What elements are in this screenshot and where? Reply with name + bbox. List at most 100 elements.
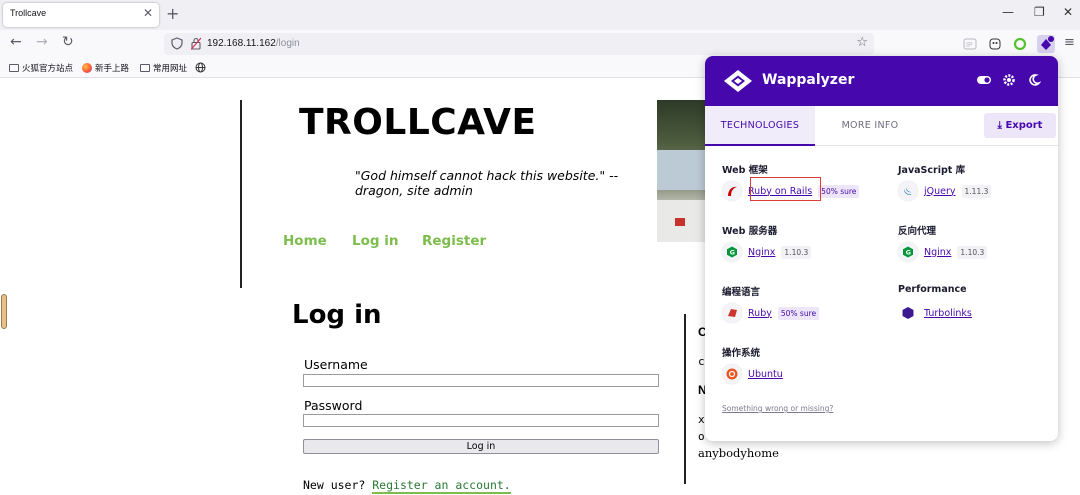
folder-icon (140, 64, 150, 72)
nav-register-link[interactable]: Register (422, 233, 486, 249)
green-circle-extension-icon[interactable] (1013, 37, 1027, 51)
minimize-button[interactable]: — (1002, 5, 1014, 19)
globe-icon[interactable] (195, 62, 206, 73)
dark-mode-icon[interactable] (1027, 73, 1041, 87)
tech-name[interactable]: Ruby (748, 308, 772, 319)
export-label: Export (1005, 120, 1043, 131)
new-user-text: New user? (303, 478, 366, 492)
tech-name[interactable]: Nginx (748, 247, 775, 258)
tech-item[interactable]: G Nginx 1.10.3 (722, 242, 812, 262)
confidence-badge: 50% sure (777, 306, 820, 320)
tech-name[interactable]: jQuery (924, 186, 956, 197)
forward-icon[interactable]: → (36, 34, 48, 50)
reload-icon[interactable]: ↻ (62, 34, 74, 50)
category-javascript-library: JavaScript 库 (898, 165, 966, 176)
export-button[interactable]: ⤓ Export (984, 113, 1056, 138)
bookmark-item[interactable]: 常用网址 (140, 62, 187, 74)
nav-login-link[interactable]: Log in (352, 233, 398, 249)
back-icon[interactable]: ← (10, 34, 22, 50)
close-window-button[interactable]: ✕ (1063, 5, 1073, 19)
url-bar[interactable]: 192.168.11.162/login ☆ (164, 33, 874, 55)
version-badge: 1.11.3 (961, 184, 992, 198)
tech-item[interactable]: Ruby 50% sure (722, 303, 820, 323)
menu-icon[interactable]: ≡ (1064, 35, 1075, 50)
svg-text:G: G (906, 249, 911, 257)
wappalyzer-logo-icon (724, 70, 752, 92)
url-text[interactable]: 192.168.11.162/login (207, 38, 300, 49)
version-badge: 1.10.3 (781, 245, 812, 259)
turbolinks-icon (898, 303, 918, 323)
jquery-icon (898, 181, 918, 201)
nginx-icon: G (898, 242, 918, 262)
site-title: TROLLCAVE (299, 102, 537, 143)
header-photo (657, 100, 707, 242)
header-divider (240, 100, 242, 288)
nav-home-link[interactable]: Home (283, 233, 327, 249)
tech-item[interactable]: jQuery 1.11.3 (898, 181, 992, 201)
scrollbar-thumb[interactable] (1, 294, 7, 329)
tab-close-icon[interactable]: ✕ (143, 6, 153, 20)
lock-insecure-icon[interactable] (191, 37, 201, 50)
bookmark-item[interactable]: 新手上路 (82, 62, 129, 74)
toggle-icon[interactable] (976, 73, 992, 87)
download-icon: ⤓ (997, 120, 1002, 131)
ghost-extension-icon[interactable] (988, 37, 1002, 51)
tech-name[interactable]: Turbolinks (924, 308, 972, 319)
tech-item[interactable]: G Nginx 1.10.3 (898, 242, 988, 262)
tech-item[interactable]: Ubuntu (722, 364, 783, 384)
login-button[interactable]: Log in (303, 439, 659, 454)
register-account-link[interactable]: Register an account. (372, 478, 511, 494)
ubuntu-icon (722, 364, 742, 384)
folder-icon (9, 64, 19, 72)
category-web-framework: Web 框架 (722, 165, 768, 176)
category-web-server: Web 服务器 (722, 226, 778, 237)
sidebar-text-partial: o (698, 430, 705, 443)
wappalyzer-header: Wappalyzer (705, 56, 1058, 106)
sidebar-divider (684, 314, 686, 484)
report-issue-link[interactable]: Something wrong or missing? (722, 404, 833, 413)
tab-more-info[interactable]: MORE INFO (815, 106, 925, 146)
category-operating-system: 操作系统 (722, 348, 761, 359)
bookmark-item[interactable]: 火狐官方站点 (9, 62, 73, 74)
shield-icon[interactable] (171, 37, 183, 50)
screen: Trollcave ✕ + — ❐ ✕ ← → ↻ 192.168.11.162… (0, 0, 1080, 495)
password-input[interactable] (303, 414, 659, 427)
nav-bar: ← → ↻ 192.168.11.162/login ☆ IP ≡ (0, 30, 1080, 58)
sidebar-text-partial: c (698, 355, 705, 368)
restore-button[interactable]: ❐ (1034, 5, 1045, 19)
tech-name[interactable]: Ubuntu (748, 369, 783, 380)
tab-title: Trollcave (10, 8, 47, 18)
settings-gear-icon[interactable] (1002, 73, 1016, 87)
login-heading: Log in (292, 300, 382, 330)
browser-tab[interactable]: Trollcave ✕ (3, 3, 159, 27)
wappalyzer-title: Wappalyzer (762, 72, 855, 88)
wappalyzer-popup: Wappalyzer TECHNOLOGIES MORE INFO ⤓ Expo… (705, 56, 1058, 441)
username-input[interactable] (303, 374, 659, 387)
username-label: Username (304, 357, 368, 372)
category-performance: Performance (898, 284, 967, 295)
category-reverse-proxy: 反向代理 (898, 226, 937, 237)
password-label: Password (304, 398, 363, 413)
firefox-icon (82, 63, 92, 73)
svg-text:G: G (730, 249, 735, 257)
rails-icon (722, 181, 742, 201)
wappalyzer-extension-icon[interactable] (1037, 35, 1055, 53)
tab-technologies[interactable]: TECHNOLOGIES (705, 106, 815, 146)
tech-name[interactable]: Nginx (924, 247, 951, 258)
svg-text:IP: IP (966, 42, 973, 49)
ip-extension-icon[interactable]: IP (963, 37, 977, 51)
site-quote: "God himself cannot hack this website." … (355, 168, 619, 198)
ruby-icon (722, 303, 742, 323)
new-tab-button[interactable]: + (166, 4, 179, 23)
bookmark-star-icon[interactable]: ☆ (856, 35, 868, 50)
sidebar-user[interactable]: anybodyhome (698, 446, 779, 460)
sidebar-text-partial: x (698, 413, 705, 426)
tech-item[interactable]: Turbolinks (898, 303, 972, 323)
highlight-box (750, 177, 821, 201)
nginx-icon: G (722, 242, 742, 262)
technologies-list: Web 框架 Ruby on Rails 50% sure JavaScript… (705, 147, 1058, 441)
category-programming-language: 编程语言 (722, 287, 761, 298)
new-user-line: New user? Register an account. (303, 478, 511, 494)
confidence-badge: 50% sure (818, 184, 860, 198)
tab-bar: Trollcave ✕ + — ❐ ✕ (0, 0, 1080, 30)
